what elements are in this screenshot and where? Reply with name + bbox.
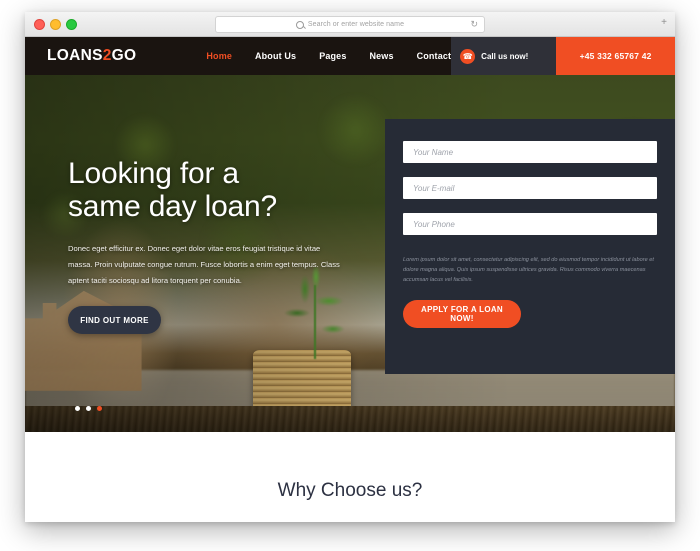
why-choose-us-section: Why Choose us?: [25, 432, 675, 522]
slider-pagination: [75, 406, 102, 411]
hero-title-line2: same day loan?: [68, 190, 278, 223]
call-us-block[interactable]: ☎ Call us now!: [451, 37, 557, 75]
nav-item-about-us[interactable]: About Us: [255, 51, 296, 61]
window-controls: [34, 18, 77, 30]
find-out-more-button[interactable]: FIND OUT MORE: [68, 306, 161, 334]
phone-icon: ☎: [460, 48, 476, 64]
form-disclaimer-text: Lorem ipsum dolor sit amet, consectetur …: [403, 257, 654, 283]
phone-number-label: +45 332 65767 42: [579, 51, 652, 61]
nav-item-home[interactable]: Home: [206, 51, 232, 61]
address-bar[interactable]: Search or enter website name ↻: [215, 16, 485, 33]
nav-item-pages[interactable]: Pages: [319, 51, 346, 61]
logo-text-part2: GO: [111, 47, 137, 64]
loan-application-form: Lorem ipsum dolor sit amet, consectetur …: [385, 119, 675, 374]
slider-dot-2[interactable]: [86, 406, 91, 411]
browser-titlebar: Search or enter website name ↻ +: [25, 12, 675, 37]
search-icon: [295, 20, 304, 29]
phone-input[interactable]: [403, 213, 657, 235]
site-navbar: LOANS 2 GO Home About Us Pages News Contac…: [25, 37, 675, 75]
browser-window: Search or enter website name ↻ + LOANS 2 G…: [25, 12, 675, 522]
site-logo[interactable]: LOANS 2 GO: [25, 37, 136, 75]
phone-number-block[interactable]: +45 332 65767 42: [556, 37, 675, 75]
nav-item-contact[interactable]: Contact: [417, 51, 452, 61]
call-us-label: Call us now!: [481, 51, 529, 61]
apply-for-loan-button[interactable]: APPLY FOR A LOAN NOW!: [403, 300, 521, 328]
nav-item-news[interactable]: News: [369, 51, 393, 61]
close-window-button[interactable]: [34, 18, 45, 30]
address-bar-placeholder: Search or enter website name: [307, 21, 405, 28]
hero-paragraph: Donec eget efficitur ex. Donec eget dolo…: [68, 244, 340, 285]
hero-title-line1: Looking for a: [68, 157, 239, 190]
main-navigation: Home About Us Pages News Contact: [206, 37, 451, 75]
slider-dot-1[interactable]: [75, 406, 80, 411]
page-viewport: LOANS 2 GO Home About Us Pages News Contac…: [25, 37, 675, 522]
name-input[interactable]: [403, 141, 657, 163]
logo-text-accent: 2: [102, 47, 112, 64]
reload-icon[interactable]: ↻: [470, 20, 478, 29]
logo-text-part1: LOANS: [47, 47, 103, 64]
minimize-window-button[interactable]: [50, 18, 61, 30]
hero-title: Looking for a same day loan?: [68, 157, 358, 223]
email-input[interactable]: [403, 177, 657, 199]
why-choose-us-title: Why Choose us?: [277, 479, 423, 501]
hero-slider: Looking for a same day loan? Donec eget …: [25, 75, 675, 432]
new-tab-icon[interactable]: +: [661, 18, 667, 28]
maximize-window-button[interactable]: [66, 18, 77, 30]
hero-content: Looking for a same day loan? Donec eget …: [68, 157, 358, 334]
slider-dot-3[interactable]: [97, 406, 102, 411]
